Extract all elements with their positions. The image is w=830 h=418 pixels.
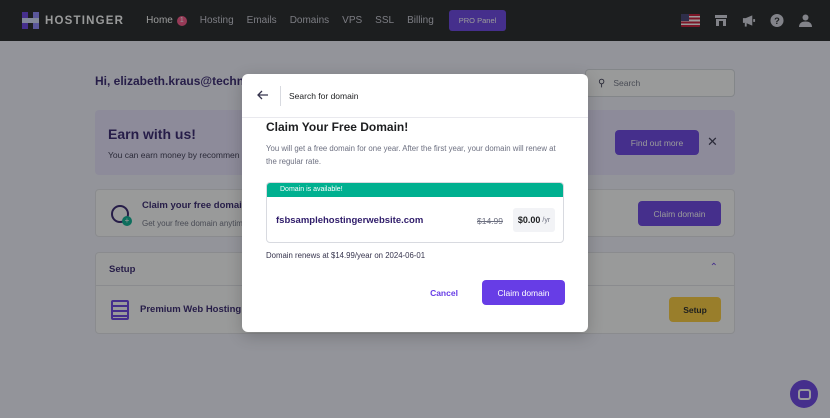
modal-header-title: Search for domain <box>289 91 359 101</box>
back-arrow-icon[interactable] <box>257 87 269 103</box>
new-price: $0.00 <box>517 215 541 225</box>
domain-name: fsbsamplehostingerwebsite.com <box>276 215 424 226</box>
modal-title: Claim Your Free Domain! <box>266 120 409 134</box>
domain-result-card: Domain is available! fsbsamplehostingerw… <box>266 182 564 243</box>
cancel-button[interactable]: Cancel <box>419 283 469 303</box>
price-box: $0.00 /yr <box>513 208 555 232</box>
header-divider <box>280 86 281 106</box>
renewal-note: Domain renews at $14.99/year on 2024-06-… <box>266 251 426 260</box>
price-period: /yr <box>542 216 551 224</box>
old-price: $14.99 <box>477 216 503 226</box>
claim-domain-modal: Search for domain Claim Your Free Domain… <box>242 74 588 332</box>
modal-header: Search for domain <box>242 74 588 118</box>
modal-description: You will get a free domain for one year.… <box>266 144 556 166</box>
availability-banner: Domain is available! <box>267 183 563 197</box>
claim-domain-button[interactable]: Claim domain <box>482 280 565 305</box>
